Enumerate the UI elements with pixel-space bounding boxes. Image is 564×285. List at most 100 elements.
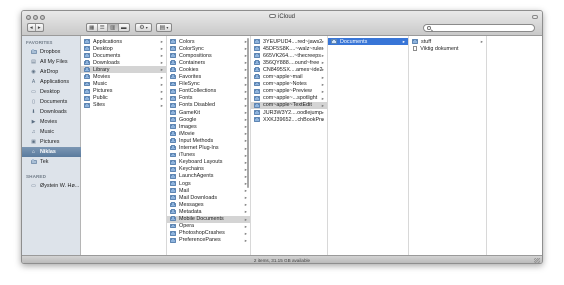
sidebar-item-all-my-files[interactable]: ▤ All My Files bbox=[22, 57, 81, 67]
list-item[interactable]: Desktop ▸ bbox=[81, 45, 166, 52]
sidebar-item-shared-computer[interactable]: ▭ Øystein W. Hø... bbox=[22, 181, 81, 191]
disclosure-arrow-icon: ▸ bbox=[244, 188, 247, 194]
sidebar-item-airdrop[interactable]: ◉ AirDrop bbox=[22, 67, 81, 77]
icon-view-button[interactable]: ▦ bbox=[87, 24, 98, 31]
list-item-label: Library bbox=[93, 66, 110, 73]
list-item[interactable]: Keyboard Layouts ▸ bbox=[167, 159, 250, 166]
columns-icon: ▥ bbox=[110, 24, 116, 31]
list-item[interactable]: Cookies ▸ bbox=[167, 66, 250, 73]
pictures-icon: ▣ bbox=[31, 138, 36, 145]
list-item[interactable]: 356QY888....ound~free ▸ bbox=[251, 59, 327, 66]
icon-grid-icon: ▦ bbox=[89, 24, 95, 31]
sidebar-item-label: Desktop bbox=[40, 88, 60, 95]
list-item[interactable]: Library ▸ bbox=[81, 66, 166, 74]
sidebar-item-tek[interactable]: Tek bbox=[22, 157, 81, 167]
list-item[interactable]: Compositions ▸ bbox=[167, 52, 250, 59]
window-title: iCloud bbox=[22, 14, 542, 20]
list-item[interactable]: com~apple~mail ▸ bbox=[251, 74, 327, 81]
list-item[interactable]: Mobile Documents ▸ bbox=[167, 215, 250, 223]
folder-icon bbox=[170, 109, 176, 115]
list-item[interactable]: Google ▸ bbox=[167, 116, 250, 123]
list-item[interactable]: com~apple~Notes ▸ bbox=[251, 81, 327, 88]
sidebar-item-niklas[interactable]: ⌂ Niklas bbox=[22, 147, 81, 157]
list-item[interactable]: Music ▸ bbox=[81, 81, 166, 88]
folder-icon bbox=[170, 124, 176, 130]
list-item[interactable]: GameKit ▸ bbox=[167, 109, 250, 116]
sidebar-item-movies[interactable]: ▶ Movies bbox=[22, 117, 81, 127]
list-item[interactable]: Keychains ▸ bbox=[167, 166, 250, 173]
list-item[interactable]: Mail Downloads ▸ bbox=[167, 194, 250, 201]
list-item[interactable]: LaunchAgents ▸ bbox=[167, 173, 250, 180]
list-item[interactable]: XXKJ39652....chBookPro ▸ bbox=[251, 116, 327, 123]
search-input[interactable] bbox=[433, 25, 531, 32]
list-item[interactable]: 45DF5S8K....~walz~ruler ▸ bbox=[251, 45, 327, 52]
sidebar-item-documents[interactable]: ▯ Documents bbox=[22, 97, 81, 107]
sidebar-item-desktop[interactable]: ▭ Desktop bbox=[22, 87, 81, 97]
sidebar-item-applications[interactable]: A Applications bbox=[22, 77, 81, 87]
list-item[interactable]: Colors ▸ bbox=[167, 38, 250, 45]
list-item[interactable]: Input Methods ▸ bbox=[167, 137, 250, 144]
list-item[interactable]: Fonts Disabled ▸ bbox=[167, 102, 250, 109]
list-view-button[interactable]: ☰ bbox=[98, 24, 108, 31]
list-item[interactable]: FontCollections ▸ bbox=[167, 88, 250, 95]
list-item[interactable]: Mail ▸ bbox=[167, 187, 250, 194]
list-item[interactable]: Favorites ▸ bbox=[167, 74, 250, 81]
cover-flow-button[interactable]: ▬ bbox=[119, 24, 130, 31]
list-item[interactable]: Movies ▸ bbox=[81, 74, 166, 81]
folder-icon bbox=[254, 38, 260, 44]
sidebar-item-pictures[interactable]: ▣ Pictures bbox=[22, 137, 81, 147]
list-item[interactable]: Containers ▸ bbox=[167, 59, 250, 66]
sidebar-item-downloads[interactable]: ⬇ Downloads bbox=[22, 107, 81, 117]
toolbar-toggle-button[interactable] bbox=[532, 15, 538, 19]
disclosure-arrow-icon: ▸ bbox=[244, 230, 247, 236]
resize-grip[interactable] bbox=[534, 258, 540, 263]
list-item[interactable]: ColorSync ▸ bbox=[167, 45, 250, 52]
list-item[interactable]: iTunes ▸ bbox=[167, 152, 250, 159]
list-item[interactable]: Metadata ▸ bbox=[167, 208, 250, 215]
list-item[interactable]: FileSync ▸ bbox=[167, 81, 250, 88]
list-item[interactable]: Messages ▸ bbox=[167, 201, 250, 208]
list-item[interactable]: iMovie ▸ bbox=[167, 130, 250, 137]
search-field[interactable] bbox=[423, 24, 535, 32]
folder-icon bbox=[170, 180, 176, 186]
list-item[interactable]: Images ▸ bbox=[167, 123, 250, 130]
scrollbar-thumb[interactable] bbox=[246, 38, 249, 188]
folder-icon bbox=[170, 38, 176, 44]
list-item[interactable]: JUR3W3Y2....oodlejump ▸ bbox=[251, 109, 327, 116]
list-item[interactable]: stuff ▸ bbox=[409, 38, 486, 45]
column-view-button[interactable]: ▥ bbox=[108, 24, 119, 31]
list-item[interactable]: 665VK264....~thecreeps ▸ bbox=[251, 52, 327, 59]
list-item[interactable]: Documents ▸ bbox=[328, 38, 408, 46]
action-menu-button[interactable]: ⚙ ▾ bbox=[135, 23, 152, 32]
list-item[interactable]: Public ▸ bbox=[81, 95, 166, 102]
list-item[interactable]: Opera ▸ bbox=[167, 223, 250, 230]
list-item[interactable]: Fonts ▸ bbox=[167, 95, 250, 102]
list-item[interactable]: 3YEUPUD4....red~jaws2 ▸ bbox=[251, 38, 327, 45]
list-item[interactable]: Internet Plug-Ins ▸ bbox=[167, 145, 250, 152]
list-item[interactable]: Downloads ▸ bbox=[81, 59, 166, 66]
list-item[interactable]: Documents ▸ bbox=[81, 52, 166, 59]
list-item-label: Keyboard Layouts bbox=[179, 159, 223, 166]
sidebar-item-dropbox[interactable]: Dropbox bbox=[22, 47, 81, 57]
folder-icon bbox=[84, 88, 90, 94]
arrange-menu-button[interactable]: ▤ ▾ bbox=[156, 23, 172, 32]
back-button[interactable]: ◂ bbox=[28, 24, 36, 31]
disclosure-arrow-icon: ▸ bbox=[321, 46, 324, 52]
list-item[interactable]: Logs ▸ bbox=[167, 180, 250, 187]
list-item[interactable]: Applications ▸ bbox=[81, 38, 166, 45]
list-item[interactable]: Pictures ▸ bbox=[81, 88, 166, 95]
folder-icon bbox=[170, 195, 176, 201]
folder-icon bbox=[170, 46, 176, 51]
list-item[interactable]: com~apple~...spotlight ▸ bbox=[251, 95, 327, 102]
list-item[interactable]: Sites ▸ bbox=[81, 102, 166, 109]
folder-icon bbox=[170, 223, 176, 229]
list-item[interactable]: PreferencePanes ▸ bbox=[167, 237, 250, 244]
list-item[interactable]: com~apple~Preview ▸ bbox=[251, 88, 327, 95]
folder-icon bbox=[170, 209, 176, 215]
list-item[interactable]: Viktig dokument bbox=[409, 45, 486, 52]
forward-button[interactable]: ▸ bbox=[36, 24, 44, 31]
list-item[interactable]: CN8495SX....ames~ide2 ▸ bbox=[251, 66, 327, 73]
sidebar-item-music[interactable]: ♫ Music bbox=[22, 127, 81, 137]
list-item[interactable]: PhotoshopCrashes ▸ bbox=[167, 230, 250, 237]
list-item[interactable]: com~apple~TextEdit ▸ bbox=[251, 101, 327, 109]
